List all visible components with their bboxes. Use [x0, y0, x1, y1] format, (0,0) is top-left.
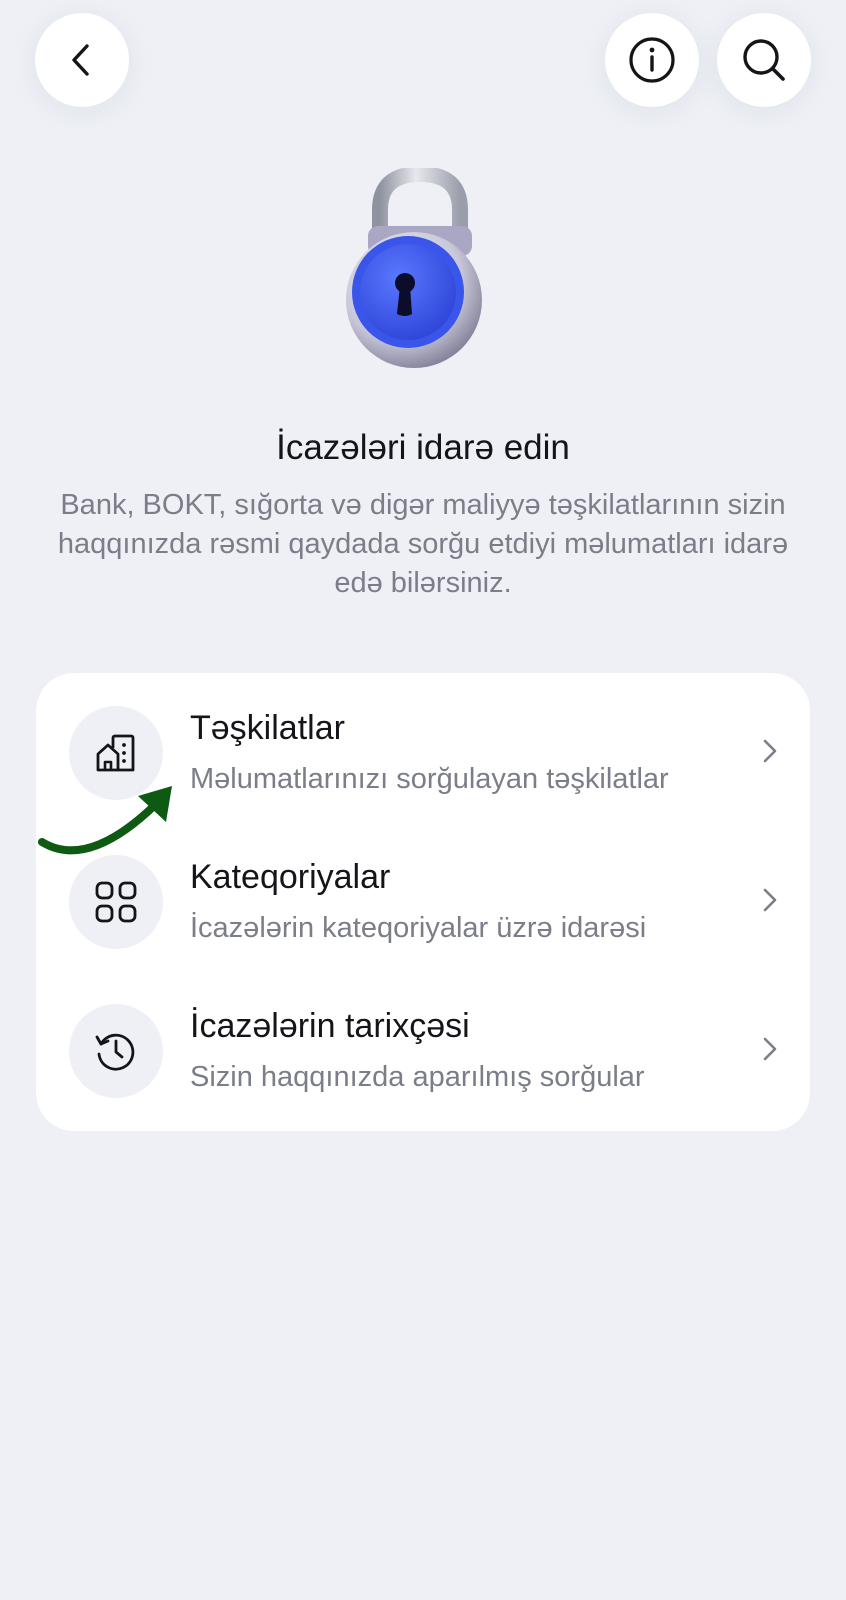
chevron-right-icon — [763, 1037, 777, 1061]
page-title: İcazələri idarə edin — [276, 428, 570, 467]
menu-card: Təşkilatlar Məlumatlarınızı sorğulayan t… — [36, 673, 810, 1131]
chevron-right-icon — [763, 888, 777, 912]
info-button[interactable] — [605, 13, 699, 107]
chevron-left-icon — [72, 44, 89, 76]
menu-item-title: İcazələrin tarixçəsi — [190, 1007, 470, 1045]
buildings-icon — [96, 734, 135, 772]
padlock-icon — [346, 168, 482, 368]
search-icon — [743, 39, 785, 81]
search-button[interactable] — [717, 13, 811, 107]
grid-icon — [95, 881, 137, 923]
menu-item-subtitle: Məlumatlarınızı sorğulayan təşkilatlar — [190, 763, 669, 795]
item-icon-container — [69, 855, 163, 949]
chevron-right-icon — [763, 739, 777, 763]
menu-item-subtitle: Sizin haqqınızda aparılmış sorğular — [190, 1061, 645, 1093]
annotation-arrow-icon — [38, 786, 172, 855]
info-circle-icon — [629, 37, 675, 83]
menu-item-title: Kateqoriyalar — [190, 858, 391, 896]
back-button[interactable] — [35, 13, 129, 107]
menu-item-history[interactable]: İcazələrin tarixçəsi Sizin haqqınızda ap… — [36, 971, 810, 1101]
menu-item-subtitle: İcazələrin kateqoriyalar üzrə idarəsi — [190, 912, 647, 944]
item-icon-container — [69, 1004, 163, 1098]
history-icon — [95, 1033, 135, 1071]
menu-item-title: Təşkilatlar — [190, 709, 345, 747]
page-description: Bank, BOKT, sığorta və digər maliyyə təş… — [57, 489, 789, 599]
